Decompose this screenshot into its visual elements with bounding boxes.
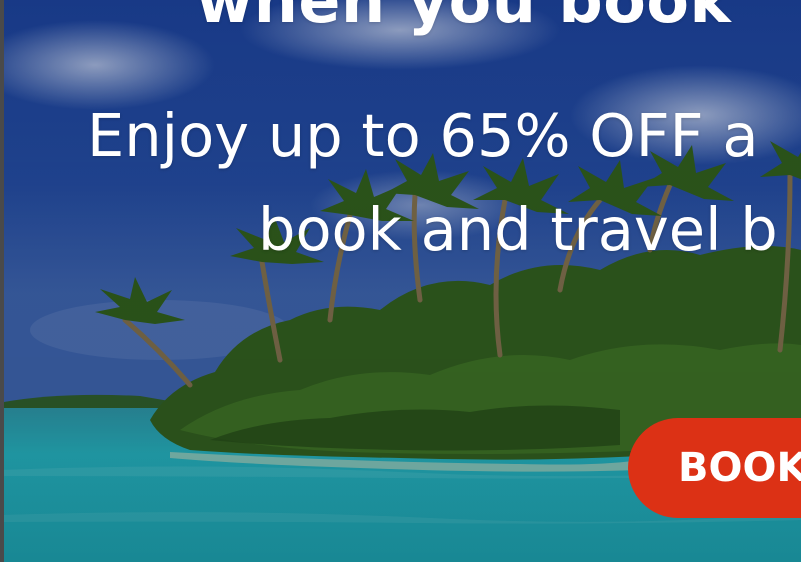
promo-hero-banner: when you book Enjoy up to 65% OFF a book… xyxy=(0,0,801,562)
promo-subtitle-line-2: book and travel b xyxy=(258,195,778,264)
left-edge-strip xyxy=(0,0,4,562)
promo-subtitle-line-1: Enjoy up to 65% OFF a xyxy=(87,101,759,170)
promo-headline: when you book xyxy=(196,0,732,37)
book-button[interactable]: BOOK xyxy=(628,418,801,518)
